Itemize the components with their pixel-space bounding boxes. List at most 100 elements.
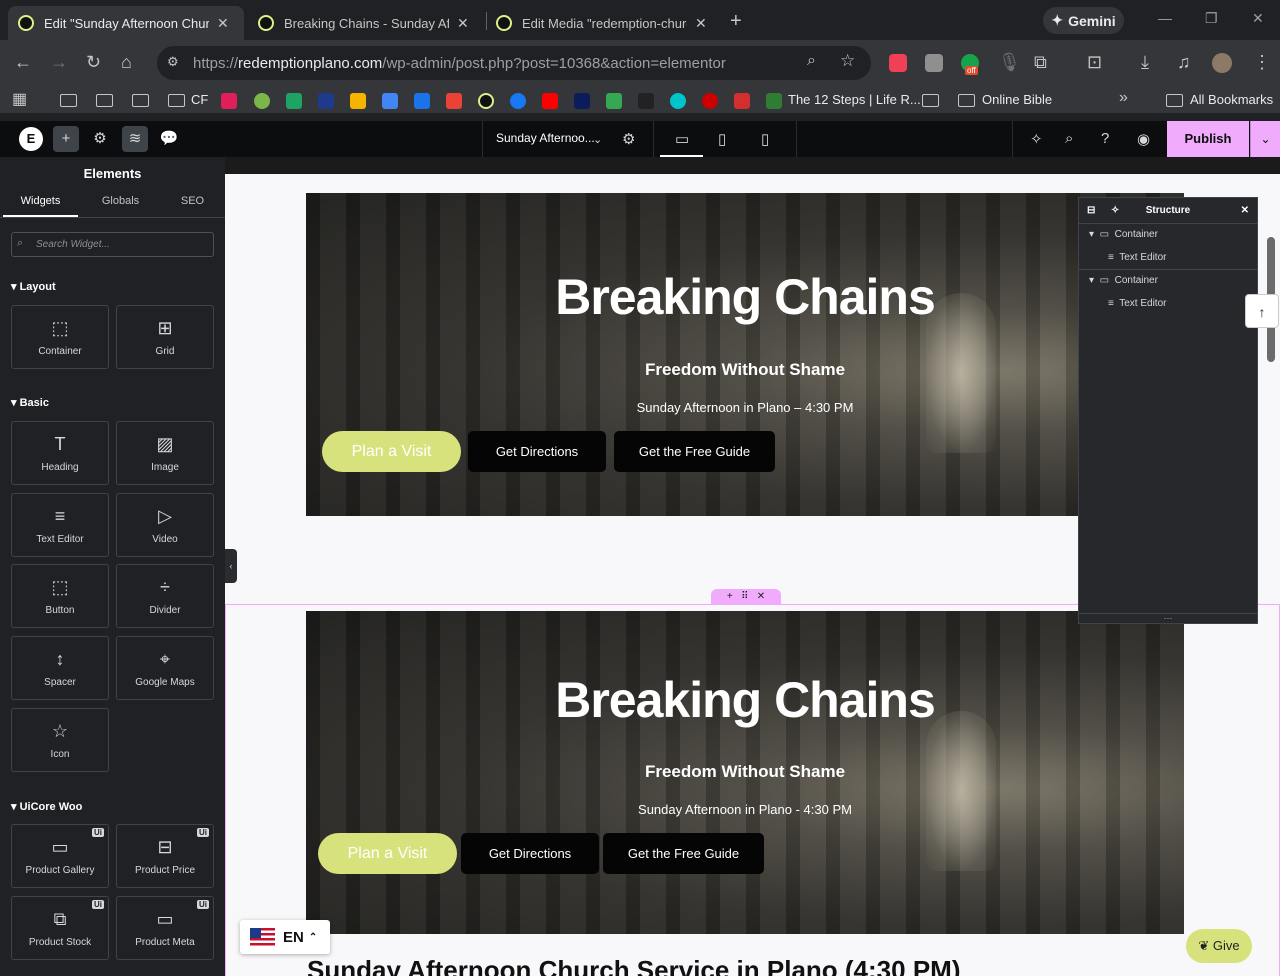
widget-container[interactable]: ⬚ Container bbox=[11, 305, 109, 369]
hero-section-1[interactable]: Breaking Chains Freedom Without Shame Su… bbox=[306, 193, 1184, 516]
facebook-icon[interactable] bbox=[510, 93, 526, 109]
close-icon[interactable]: ✕ bbox=[1241, 198, 1249, 224]
folder-icon[interactable] bbox=[60, 94, 77, 107]
widget-heading[interactable]: T Heading bbox=[11, 421, 109, 485]
tab-search-icon[interactable]: ⊡ bbox=[1087, 52, 1102, 73]
widget-icon[interactable]: ☆ Icon bbox=[11, 708, 109, 772]
profile-avatar[interactable] bbox=[1212, 53, 1232, 73]
gmail-icon[interactable] bbox=[446, 93, 462, 109]
folder-icon[interactable] bbox=[132, 94, 149, 107]
free-guide-button[interactable]: Get the Free Guide bbox=[603, 833, 764, 874]
comments-icon[interactable]: 💬 bbox=[156, 126, 182, 152]
widget-product-gallery[interactable]: Ui ▭ Product Gallery bbox=[11, 824, 109, 888]
bookmark-cf[interactable]: CF bbox=[191, 92, 208, 107]
minimize-icon[interactable]: — bbox=[1158, 10, 1172, 26]
widget-image[interactable]: ▨ Image bbox=[116, 421, 214, 485]
more-bookmarks-icon[interactable]: » bbox=[1119, 89, 1128, 107]
browser-tab-edit-page[interactable]: Edit "Sunday Afternoon Church ✕ bbox=[8, 6, 244, 40]
container-handle[interactable]: + ⠿ ✕ bbox=[711, 589, 781, 605]
microphone-icon[interactable]: 🎙 bbox=[998, 52, 1021, 73]
structure-layers-icon[interactable]: ≋ bbox=[122, 126, 148, 152]
get-directions-button[interactable]: Get Directions bbox=[461, 833, 599, 874]
ai-tools-icon[interactable]: ✧ bbox=[1111, 198, 1119, 224]
page-name[interactable]: Sunday Afternoo... bbox=[496, 131, 595, 145]
add-element-button[interactable]: + bbox=[53, 126, 79, 152]
widget-button[interactable]: ⬚ Button bbox=[11, 564, 109, 628]
service-heading[interactable]: Sunday Afternoon Church Service in Plano… bbox=[307, 955, 960, 976]
scroll-to-top-icon[interactable]: ↑ bbox=[1245, 294, 1279, 328]
widget-video[interactable]: ▷ Video bbox=[116, 493, 214, 557]
restore-icon[interactable]: ❐ bbox=[1205, 10, 1218, 27]
collapse-panel-icon[interactable]: ‹ bbox=[225, 549, 237, 583]
plan-visit-button[interactable]: Plan a Visit bbox=[322, 431, 461, 472]
publish-button[interactable]: Publish bbox=[1167, 121, 1249, 157]
page-settings-gear-icon[interactable]: ⚙ bbox=[622, 130, 635, 148]
category-layout[interactable]: ▾ Layout bbox=[11, 280, 56, 293]
site-settings-icon[interactable]: ⚙ bbox=[167, 54, 179, 70]
give-button[interactable]: ❦ Give bbox=[1186, 929, 1252, 963]
bookmark-site-icon[interactable] bbox=[318, 93, 334, 109]
media-control-icon[interactable]: ♫ bbox=[1177, 52, 1191, 73]
close-icon[interactable]: ✕ bbox=[757, 591, 765, 602]
preview-eye-icon[interactable]: ◉ bbox=[1137, 130, 1150, 148]
close-tab-icon[interactable]: ✕ bbox=[457, 15, 469, 32]
apps-grid-icon[interactable]: ▦ bbox=[12, 89, 27, 109]
hero-section-2[interactable]: Breaking Chains Freedom Without Shame Su… bbox=[306, 611, 1184, 934]
structure-row-container[interactable]: ▾ ▭ Container bbox=[1089, 229, 1158, 240]
add-icon[interactable]: + bbox=[727, 591, 733, 602]
bookmark-all[interactable]: All Bookmarks bbox=[1190, 92, 1273, 107]
folder-icon[interactable] bbox=[168, 94, 185, 107]
bookmark-online-bible[interactable]: Online Bible bbox=[982, 92, 1052, 107]
back-icon[interactable]: ← bbox=[14, 52, 32, 73]
structure-row-text-editor[interactable]: ≡ Text Editor bbox=[1108, 298, 1166, 309]
chrome-menu-icon[interactable]: ⋮ bbox=[1253, 52, 1271, 73]
address-bar[interactable]: ⚙ https:// redemptionplano.com /wp-admin… bbox=[157, 46, 871, 80]
keep-icon[interactable] bbox=[350, 93, 366, 109]
browser-tab-edit-media[interactable]: Edit Media "redemption-church ✕ bbox=[486, 6, 722, 40]
docs-icon[interactable] bbox=[382, 93, 398, 109]
free-guide-button[interactable]: Get the Free Guide bbox=[614, 431, 775, 472]
close-tab-icon[interactable]: ✕ bbox=[695, 15, 707, 32]
widget-spacer[interactable]: ↕ Spacer bbox=[11, 636, 109, 700]
tab-widgets[interactable]: Widgets bbox=[3, 195, 78, 217]
search-icon[interactable]: ⌕ bbox=[1065, 130, 1073, 147]
extensions-puzzle-icon[interactable]: ⧉ bbox=[1034, 52, 1047, 73]
publish-options-chevron-icon[interactable]: ⌄ bbox=[1250, 121, 1280, 157]
hero-title[interactable]: Breaking Chains bbox=[306, 671, 1184, 729]
bookmark-site-icon[interactable] bbox=[638, 93, 654, 109]
bookmark-site-icon[interactable] bbox=[254, 93, 270, 109]
folder-icon[interactable] bbox=[958, 94, 975, 107]
folder-icon[interactable] bbox=[1166, 94, 1183, 107]
bookmark-site-icon[interactable] bbox=[606, 93, 622, 109]
hero-time[interactable]: Sunday Afternoon in Plano – 4:30 PM bbox=[306, 400, 1184, 415]
resize-handle-icon[interactable]: ⋯ bbox=[1079, 613, 1257, 623]
bookmark-star-icon[interactable]: ☆ bbox=[840, 51, 855, 71]
bookmark-12-steps[interactable]: The 12 Steps | Life R... bbox=[788, 92, 921, 107]
browser-tab-breaking-chains[interactable]: Breaking Chains - Sunday Aftern ✕ bbox=[248, 6, 484, 40]
hero-subtitle[interactable]: Freedom Without Shame bbox=[306, 762, 1184, 782]
site-settings-icon[interactable]: ⚙ bbox=[87, 126, 113, 152]
bookmark-site-icon[interactable] bbox=[574, 93, 590, 109]
folder-icon[interactable] bbox=[96, 94, 113, 107]
widget-google-maps[interactable]: ⌖ Google Maps bbox=[116, 636, 214, 700]
widget-product-stock[interactable]: Ui ⧉ Product Stock bbox=[11, 896, 109, 960]
close-tab-icon[interactable]: ✕ bbox=[217, 15, 229, 32]
download-icon[interactable]: ⤓ bbox=[1141, 52, 1149, 73]
category-uicore-woo[interactable]: ▾ UiCore Woo bbox=[11, 800, 82, 813]
tablet-icon[interactable]: ▯ bbox=[718, 130, 726, 148]
widget-grid[interactable]: ⊞ Grid bbox=[116, 305, 214, 369]
widget-search-input[interactable]: Search Widget... bbox=[11, 232, 214, 257]
help-icon[interactable]: ? bbox=[1101, 130, 1109, 147]
structure-row-container[interactable]: ▾ ▭ Container bbox=[1089, 275, 1158, 286]
hero-time[interactable]: Sunday Afternoon in Plano - 4:30 PM bbox=[306, 802, 1184, 817]
plan-visit-button[interactable]: Plan a Visit bbox=[318, 833, 457, 874]
folder-icon[interactable] bbox=[922, 94, 939, 107]
site-favicon-icon[interactable] bbox=[478, 93, 494, 109]
tab-globals[interactable]: Globals bbox=[83, 195, 158, 217]
widget-text-editor[interactable]: ≡ Text Editor bbox=[11, 493, 109, 557]
canva-icon[interactable] bbox=[670, 93, 686, 109]
widget-product-price[interactable]: Ui ⊟ Product Price bbox=[116, 824, 214, 888]
widget-product-meta[interactable]: Ui ▭ Product Meta bbox=[116, 896, 214, 960]
reload-icon[interactable]: ↻ bbox=[86, 52, 101, 73]
chevron-down-icon[interactable]: ⌄ bbox=[593, 133, 602, 146]
